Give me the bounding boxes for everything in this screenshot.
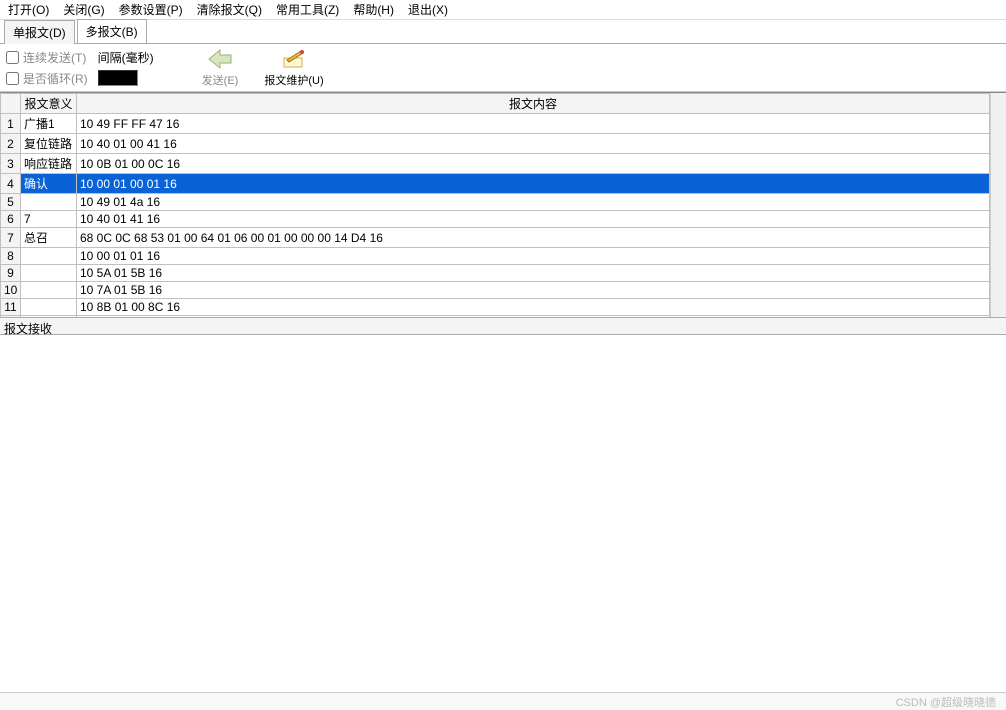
table-row[interactable]: 5 10 49 01 4a 16 — [1, 194, 990, 211]
cell-meaning[interactable] — [21, 316, 77, 318]
menu-bar: 打开(O) 关闭(G) 参数设置(P) 清除报文(Q) 常用工具(Z) 帮助(H… — [0, 0, 1006, 20]
cell-meaning[interactable] — [21, 248, 77, 265]
checkbox-continuous-send[interactable]: 连续发送(T) — [6, 49, 88, 66]
table-row[interactable]: 6710 40 01 41 16 — [1, 211, 990, 228]
cell-meaning[interactable] — [21, 282, 77, 299]
tab-bar: 单报文(D) 多报文(B) — [0, 20, 1006, 44]
menu-help[interactable]: 帮助(H) — [353, 1, 394, 18]
row-number[interactable]: 1 — [1, 114, 21, 134]
cell-meaning[interactable]: 7 — [21, 211, 77, 228]
maintain-label: 报文维护(U) — [264, 72, 323, 88]
tab-single[interactable]: 单报文(D) — [4, 20, 75, 44]
table-row[interactable]: 1广播110 49 FF FF 47 16 — [1, 114, 990, 134]
checkbox-loop[interactable]: 是否循环(R) — [6, 70, 88, 87]
cell-meaning[interactable]: 复位链路 — [21, 134, 77, 154]
send-label: 发送(E) — [202, 72, 239, 88]
cell-content[interactable]: 10 00 01 00 01 16 — [77, 174, 990, 194]
table-row[interactable]: 9 10 5A 01 5B 16 — [1, 265, 990, 282]
table-row[interactable]: 8 10 00 01 01 16 — [1, 248, 990, 265]
table-row[interactable]: 3响应链路10 0B 01 00 0C 16 — [1, 154, 990, 174]
cell-content[interactable]: 10 40 01 41 16 — [77, 211, 990, 228]
cell-content[interactable]: 10 49 01 4a 16 — [77, 194, 990, 211]
row-number[interactable]: 11 — [1, 299, 21, 316]
cell-meaning[interactable] — [21, 194, 77, 211]
toolbar: 连续发送(T) 是否循环(R) 间隔(毫秒) 发送(E) 报文维护(U) — [0, 44, 1006, 92]
cell-content[interactable]: 10 8B 01 00 8C 16 — [77, 299, 990, 316]
row-number[interactable]: 5 — [1, 194, 21, 211]
status-bar: CSDN @超级晓晓德 — [0, 692, 1006, 710]
row-number[interactable]: 6 — [1, 211, 21, 228]
cell-meaning[interactable]: 总召 — [21, 228, 77, 248]
checkbox-loop-input[interactable] — [6, 72, 19, 85]
row-number[interactable]: 8 — [1, 248, 21, 265]
cell-content[interactable]: 10 0B 01 00 0C 16 — [77, 154, 990, 174]
menu-exit[interactable]: 退出(X) — [408, 1, 448, 18]
cell-content[interactable]: 10 49 FF FF 47 16 — [77, 114, 990, 134]
cell-meaning[interactable] — [21, 265, 77, 282]
menu-open[interactable]: 打开(O) — [8, 1, 49, 18]
col-header-meaning[interactable]: 报文意义 — [21, 94, 77, 114]
row-number[interactable]: 3 — [1, 154, 21, 174]
send-button[interactable]: 发送(E) — [194, 46, 247, 90]
interval-label: 间隔(毫秒) — [98, 49, 154, 66]
table-row[interactable]: 7总召68 0C 0C 68 53 01 00 64 01 06 00 01 0… — [1, 228, 990, 248]
message-table-wrap: 报文意义 报文内容 1广播110 49 FF FF 47 162复位链路10 4… — [0, 92, 1006, 317]
watermark: CSDN @超级晓晓德 — [896, 694, 996, 710]
cell-content[interactable]: 10 40 01 00 41 16 — [77, 134, 990, 154]
table-row[interactable]: 10 10 7A 01 5B 16 — [1, 282, 990, 299]
table-row[interactable]: 4确认10 00 01 00 01 16 — [1, 174, 990, 194]
cell-content[interactable]: 10 00 01 01 16 — [77, 248, 990, 265]
cell-meaning[interactable]: 确认 — [21, 174, 77, 194]
recv-area — [0, 335, 1006, 695]
row-number[interactable]: 12 — [1, 316, 21, 318]
message-table: 报文意义 报文内容 1广播110 49 FF FF 47 162复位链路10 4… — [0, 93, 990, 317]
menu-clear[interactable]: 清除报文(Q) — [197, 1, 262, 18]
maintain-icon — [281, 48, 307, 70]
table-row[interactable]: 11 10 8B 01 00 8C 16 — [1, 299, 990, 316]
interval-input[interactable] — [98, 70, 138, 86]
recv-section-label: 报文接收 — [0, 317, 1006, 335]
cell-meaning[interactable] — [21, 299, 77, 316]
menu-tools[interactable]: 常用工具(Z) — [276, 1, 339, 18]
table-row[interactable]: 12 10 80 01 00 81 16 — [1, 316, 990, 318]
cell-content[interactable]: 10 5A 01 5B 16 — [77, 265, 990, 282]
row-number[interactable]: 4 — [1, 174, 21, 194]
cell-meaning[interactable]: 响应链路 — [21, 154, 77, 174]
row-number[interactable]: 10 — [1, 282, 21, 299]
menu-params[interactable]: 参数设置(P) — [119, 1, 183, 18]
table-scrollbar[interactable] — [990, 93, 1006, 317]
checkbox-continuous-input[interactable] — [6, 51, 19, 64]
row-number[interactable]: 2 — [1, 134, 21, 154]
send-icon — [207, 48, 233, 70]
cell-meaning[interactable]: 广播1 — [21, 114, 77, 134]
tab-multi[interactable]: 多报文(B) — [77, 19, 147, 43]
col-header-num[interactable] — [1, 94, 21, 114]
cell-content[interactable]: 10 7A 01 5B 16 — [77, 282, 990, 299]
row-number[interactable]: 7 — [1, 228, 21, 248]
checkbox-loop-label: 是否循环(R) — [23, 70, 88, 87]
maintain-button[interactable]: 报文维护(U) — [256, 46, 331, 90]
menu-close[interactable]: 关闭(G) — [63, 1, 104, 18]
table-row[interactable]: 2复位链路10 40 01 00 41 16 — [1, 134, 990, 154]
col-header-content[interactable]: 报文内容 — [77, 94, 990, 114]
cell-content[interactable]: 68 0C 0C 68 53 01 00 64 01 06 00 01 00 0… — [77, 228, 990, 248]
cell-content[interactable]: 10 80 01 00 81 16 — [77, 316, 990, 318]
checkbox-continuous-label: 连续发送(T) — [23, 49, 86, 66]
row-number[interactable]: 9 — [1, 265, 21, 282]
